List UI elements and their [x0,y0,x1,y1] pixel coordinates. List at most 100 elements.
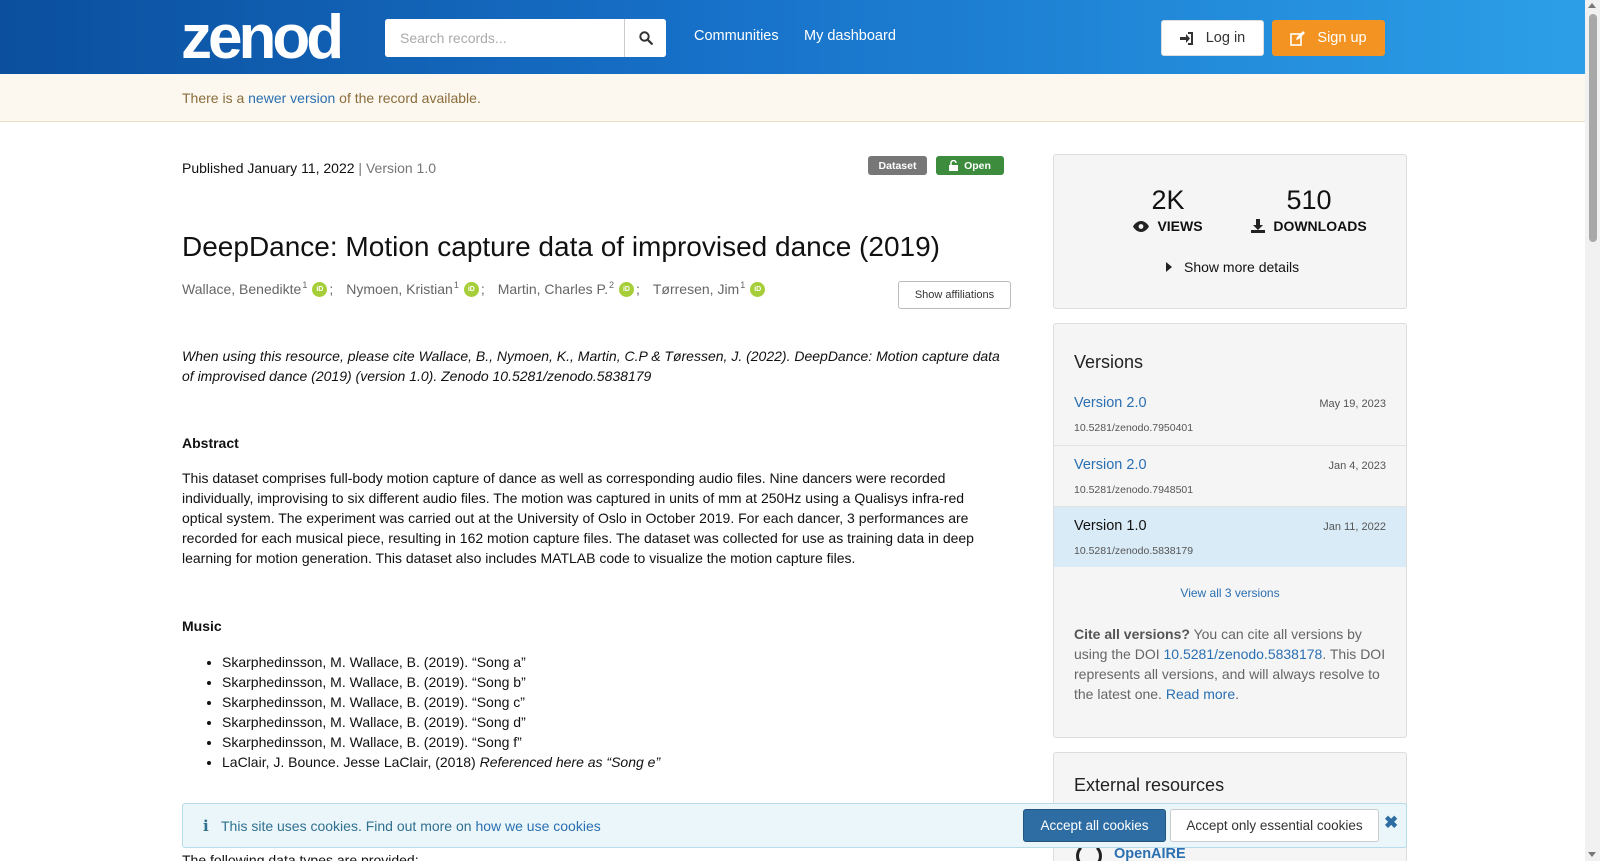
author[interactable]: Tørresen, Jim 1 iD [653,280,766,297]
zenodo-logo[interactable]: zenodo [181,4,341,64]
info-icon: i [203,817,209,835]
edit-icon [1290,30,1306,46]
versions-panel: Versions Version 2.0 May 19, 2023 10.528… [1053,323,1407,738]
abstract-heading: Abstract [182,435,239,451]
version-label: | Version 1.0 [354,160,437,176]
version-date: Jan 4, 2023 [1328,460,1387,472]
views-label: VIEWS [1114,218,1222,234]
cookie-banner: i This site uses cookies. Find out more … [182,803,1407,848]
downloads-label: DOWNLOADS [1249,218,1369,234]
openaire-link[interactable]: OpenAIRE [1114,846,1186,861]
version-row-current: Version 1.0 Jan 11, 2022 10.5281/zenodo.… [1054,506,1406,567]
versions-title: Versions [1074,352,1144,372]
citation-note: When using this resource, please cite Wa… [182,348,1000,384]
search-icon [638,31,653,45]
accept-essential-cookies-button[interactable]: Accept only essential cookies [1170,809,1379,842]
music-list: Skarphedinsson, M. Wallace, B. (2019). “… [222,652,660,772]
separator: ; [329,281,334,297]
list-item-note: Referenced here as “Song e” [479,754,661,770]
orcid-icon[interactable]: iD [463,281,479,297]
cookie-message: This site uses cookies. Find out more on [221,818,476,834]
downloads-stat: 510 DOWNLOADS [1249,185,1369,234]
list-item: Skarphedinsson, M. Wallace, B. (2019). “… [222,692,660,712]
author[interactable]: Martin, Charles P. 2 iD [498,280,634,297]
version-link[interactable]: Version 2.0 [1074,457,1147,473]
orcid-icon[interactable]: iD [312,281,328,297]
orcid-icon[interactable]: iD [750,281,766,297]
affiliation-marker: 2 [608,280,614,290]
views-stat: 2K VIEWS [1114,185,1222,234]
list-item: Skarphedinsson, M. Wallace, B. (2019). “… [222,712,660,732]
cookie-policy-link[interactable]: how we use cookies [475,818,600,834]
affiliation-marker: 1 [740,280,746,290]
sign-in-icon [1179,31,1193,45]
version-row[interactable]: Version 2.0 May 19, 2023 10.5281/zenodo.… [1054,384,1406,445]
more-details-label: Show more details [1184,259,1300,275]
external-resources-title: External resources [1074,775,1225,795]
period: . [1235,686,1239,702]
newer-version-link[interactable]: newer version [248,90,335,106]
stats-panel: 2K VIEWS 510 DOWNLOADS Show more details [1053,154,1407,309]
version-date: May 19, 2023 [1319,398,1386,410]
author-name[interactable]: Wallace, Benedikte [182,281,301,297]
badge-type-label: Dataset [878,159,917,172]
nav-my-dashboard[interactable]: My dashboard [804,28,896,44]
accept-all-cookies-button[interactable]: Accept all cookies [1023,809,1166,842]
version-row[interactable]: Version 2.0 Jan 4, 2023 10.5281/zenodo.7… [1054,445,1406,506]
version-name: Version 1.0 [1074,518,1147,534]
show-more-details-toggle[interactable]: Show more details [1166,259,1299,275]
signup-label: Sign up [1317,30,1367,46]
separator: ; [480,281,485,297]
scrollbar-thumb[interactable] [1589,14,1597,242]
access-badge: Open [936,156,1004,175]
orcid-icon[interactable]: iD [618,281,634,297]
downloads-label-text: DOWNLOADS [1273,218,1367,234]
cite-all-heading: Cite all versions? [1074,626,1190,642]
version-doi: 10.5281/zenodo.5838179 [1074,545,1194,557]
signup-button[interactable]: Sign up [1272,20,1385,56]
close-icon[interactable]: ✖ [1384,813,1398,833]
affiliation-marker: 1 [453,280,459,290]
author-name[interactable]: Tørresen, Jim [653,281,739,297]
version-date: Jan 11, 2022 [1323,521,1386,533]
concept-doi-link[interactable]: 10.5281/zenodo.5838178 [1164,646,1323,662]
list-item: Skarphedinsson, M. Wallace, B. (2019). “… [222,732,660,752]
record-title: DeepDance: Motion capture data of improv… [182,231,940,262]
login-button[interactable]: Log in [1161,20,1264,56]
caret-right-icon [1166,262,1172,272]
site-header: zenodo Communities My dashboard Log in S… [0,0,1585,74]
author[interactable]: Nymoen, Kristian 1 iD [346,280,479,297]
cookie-text: This site uses cookies. Find out more on… [221,818,601,834]
login-label: Log in [1205,30,1246,46]
author-name[interactable]: Martin, Charles P. [498,281,608,297]
affiliation-marker: 1 [302,280,308,290]
list-item: Skarphedinsson, M. Wallace, B. (2019). “… [222,652,660,672]
search-button[interactable] [624,19,666,57]
list-item: LaClair, J. Bounce. Jesse LaClair, (2018… [222,752,660,772]
notice-suffix: of the record available. [335,90,481,106]
author-name[interactable]: Nymoen, Kristian [346,281,453,297]
nav-communities[interactable]: Communities [694,28,779,44]
downloads-count: 510 [1286,185,1332,215]
version-link[interactable]: Version 2.0 [1074,395,1147,411]
read-more-link[interactable]: Read more [1166,686,1235,702]
show-affiliations-button[interactable]: Show affiliations [898,281,1011,309]
author-list: Wallace, Benedikte 1 iD; Nymoen, Kristian 1… [182,280,766,297]
badge-access-label: Open [964,159,991,172]
views-count: 2K [1151,185,1185,215]
scroll-up-arrow-icon[interactable] [1588,3,1596,8]
view-all-versions-link[interactable]: View all 3 versions [1054,586,1406,600]
notice-text: There is a newer version of the record a… [182,90,481,106]
published-date: Published January 11, 2022 [182,160,355,176]
scroll-down-arrow-icon[interactable] [1588,852,1596,857]
search-input[interactable] [385,19,624,57]
publication-info: Published January 11, 2022 | Version 1.0 [182,160,436,176]
views-label-text: VIEWS [1157,218,1203,234]
download-icon [1251,219,1266,233]
author[interactable]: Wallace, Benedikte 1 iD [182,280,328,297]
list-item-text: LaClair, J. Bounce. Jesse LaClair, (2018… [222,754,480,770]
page-scrollbar[interactable] [1585,0,1600,861]
version-doi: 10.5281/zenodo.7948501 [1074,484,1194,496]
abstract-text: This dataset comprises full-body motion … [182,470,974,566]
resource-type-badge: Dataset [868,156,927,175]
